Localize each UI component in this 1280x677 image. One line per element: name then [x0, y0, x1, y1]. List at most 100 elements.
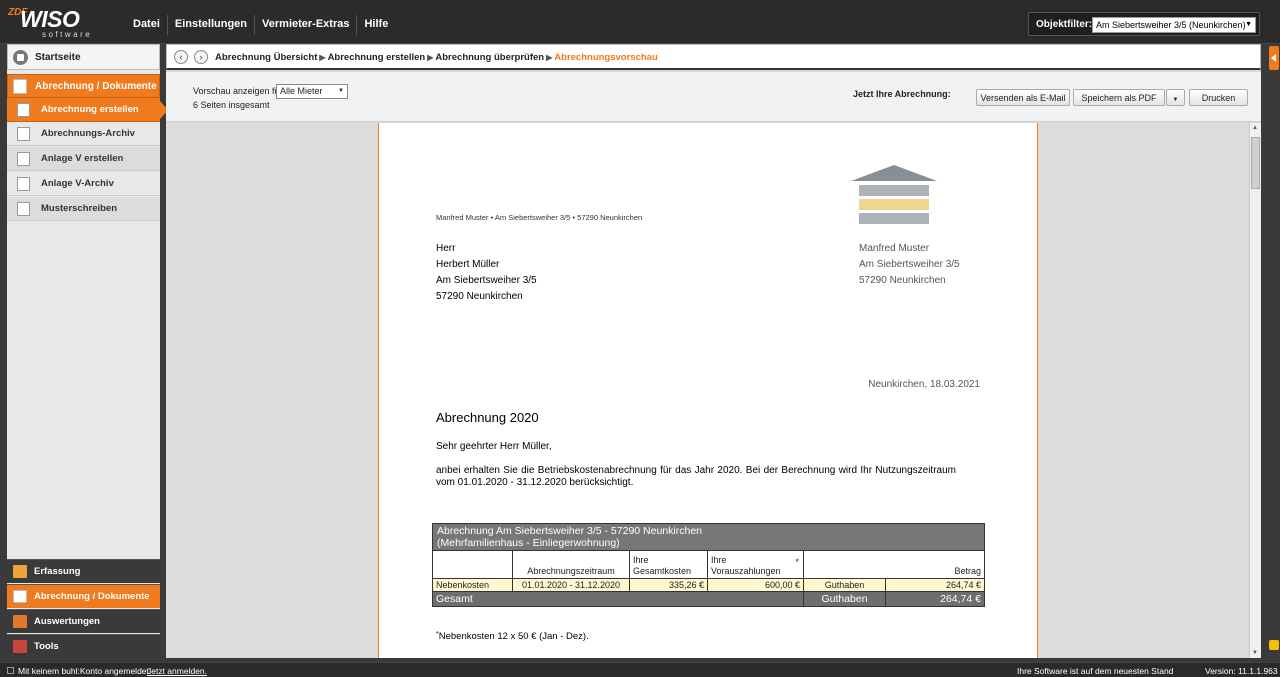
- preview-for-select[interactable]: Alle Mieter ▼: [276, 84, 348, 99]
- objektfilter-label: Objektfilter:: [1036, 19, 1093, 30]
- login-status: Mit keinem buhl:Konto angemeldet.: [18, 666, 152, 676]
- breadcrumb-abrechnung-erstellen[interactable]: Abrechnung erstellen: [328, 52, 426, 63]
- total-label: Gesamt: [432, 591, 804, 607]
- table-header-gesamtkosten: Ihre Gesamtkosten: [629, 550, 708, 579]
- table-title-line: (Mehrfamilienhaus - Einliegerwohnung): [437, 537, 620, 549]
- sidebar-bottom-label: Abrechnung / Dokumente: [34, 591, 150, 602]
- archive-icon: [17, 127, 30, 141]
- letter-subject: Abrechnung 2020: [436, 410, 539, 425]
- status-square-icon: [7, 667, 14, 674]
- print-button[interactable]: Drucken: [1189, 89, 1248, 106]
- collapse-panel-icon[interactable]: [1269, 46, 1279, 70]
- breadcrumb-separator-icon: ▶: [319, 53, 326, 62]
- abrechnung-table: Abrechnung Am Siebertsweiher 3/5 - 57290…: [432, 523, 985, 607]
- version-label: Version: 11.1.1.963: [1205, 666, 1278, 676]
- sidebar-item-abrechnung-erstellen[interactable]: Abrechnung erstellen: [7, 98, 168, 122]
- sidebar-section-header[interactable]: Abrechnung / Dokumente: [7, 74, 160, 98]
- sidebar-item-anlage-v-erstellen[interactable]: Anlage V erstellen: [7, 147, 160, 171]
- main-menu: Datei Einstellungen Vermieter-Extras Hil…: [126, 15, 395, 35]
- table-header-zeitraum: Abrechnungszeitraum: [512, 550, 630, 579]
- table-header-line: Ihre: [633, 555, 649, 565]
- wiso-logo: ZDF WISO software: [6, 5, 96, 39]
- sidebar-item-label: Abrechnung erstellen: [41, 104, 139, 115]
- save-pdf-dropdown[interactable]: ▼: [1166, 89, 1185, 106]
- row-betrag: 264,74 €: [885, 578, 985, 592]
- objektfilter-select[interactable]: Am Siebertsweiher 3/5 (Neunkirchen) ▼: [1092, 17, 1256, 33]
- menu-hilfe[interactable]: Hilfe: [356, 15, 395, 35]
- status-bar: Mit keinem buhl:Konto angemeldet. Jetzt …: [0, 662, 1280, 677]
- table-row: Nebenkosten 01.01.2020 - 31.12.2020 335,…: [432, 578, 985, 592]
- row-label: Nebenkosten: [432, 578, 513, 592]
- menu-einstellungen[interactable]: Einstellungen: [166, 15, 254, 35]
- letter-greeting: Sehr geehrter Herr Müller,: [436, 441, 552, 452]
- sidebar-bottom-label: Erfassung: [34, 566, 81, 577]
- letter-body: anbei erhalten Sie die Betriebskostenabr…: [436, 465, 956, 488]
- recipient-line: Herbert Müller: [436, 259, 500, 270]
- landlord-line: 57290 Neunkirchen: [859, 275, 946, 286]
- table-header-betrag: Betrag: [803, 550, 985, 579]
- row-vorauszahlungen: 600,00 €: [707, 578, 804, 592]
- logo-subtitle: software: [42, 30, 93, 39]
- scroll-down-icon[interactable]: ▼: [1252, 650, 1258, 656]
- table-header-line: Gesamtkosten: [633, 566, 692, 576]
- document-icon: [13, 79, 27, 94]
- scroll-thumb[interactable]: [1251, 137, 1260, 189]
- recipient-line: 57290 Neunkirchen: [436, 291, 523, 302]
- chevron-down-icon: ▼: [338, 88, 344, 94]
- letter-page: Manfred Muster • Am Siebertsweiher 3/5 •…: [378, 123, 1038, 658]
- sidebar-erfassung[interactable]: Erfassung: [7, 559, 160, 583]
- vertical-scrollbar[interactable]: ▲ ▼: [1249, 123, 1261, 658]
- sidebar-item-musterschreiben[interactable]: Musterschreiben: [7, 197, 160, 221]
- footnote: *Nebenkosten 12 x 50 € (Jan - Dez).: [436, 631, 589, 642]
- row-type: Guthaben: [803, 578, 886, 592]
- document-preview: Manfred Muster • Am Siebertsweiher 3/5 •…: [166, 123, 1248, 658]
- breadcrumb-abrechnung-ueberpruefen[interactable]: Abrechnung überprüfen: [435, 52, 544, 63]
- recipient-line: Herr: [436, 243, 456, 254]
- sidebar-item-abrechnungs-archiv[interactable]: Abrechnungs-Archiv: [7, 122, 160, 146]
- now-label: Jetzt Ihre Abrechnung:: [853, 89, 951, 99]
- table-header-vorauszahlungen: Ihre Vorauszahlungen *: [707, 550, 804, 579]
- breadcrumb: Abrechnung Übersicht ▶ Abrechnung erstelle…: [215, 52, 658, 63]
- table-header-line: Ihre: [711, 555, 727, 565]
- breadcrumb-abrechnungsvorschau: Abrechnungsvorschau: [554, 52, 658, 63]
- tools-icon: [13, 640, 27, 653]
- top-bar: ZDF WISO software Datei Einstellungen Ve…: [0, 0, 1280, 44]
- login-link[interactable]: Jetzt anmelden.: [147, 666, 207, 676]
- total-type: Guthaben: [803, 591, 886, 607]
- form-archive-icon: [17, 177, 30, 191]
- preview-for-label: Vorschau anzeigen für:: [193, 86, 286, 96]
- sidebar-auswertungen[interactable]: Auswertungen: [7, 609, 160, 633]
- back-icon[interactable]: ‹: [174, 50, 188, 64]
- row-gesamtkosten: 335,26 €: [629, 578, 708, 592]
- table-title: Abrechnung Am Siebertsweiher 3/5 - 57290…: [432, 523, 985, 551]
- menu-datei[interactable]: Datei: [126, 15, 167, 35]
- send-email-button[interactable]: Versenden als E-Mail: [976, 89, 1070, 106]
- table-total-row: Gesamt Guthaben 264,74 €: [432, 591, 985, 607]
- footnote-marker: *: [795, 557, 799, 567]
- sidebar-item-anlage-v-archiv[interactable]: Anlage V-Archiv: [7, 172, 160, 196]
- page-count: 6 Seiten insgesamt: [193, 100, 270, 110]
- save-pdf-button[interactable]: Speichern als PDF: [1073, 89, 1165, 106]
- form-icon: [17, 152, 30, 166]
- row-zeitraum: 01.01.2020 - 31.12.2020: [512, 578, 630, 592]
- chat-icon[interactable]: [1269, 640, 1279, 650]
- sidebar-section-label: Abrechnung / Dokumente: [35, 81, 157, 92]
- menu-vermieter-extras[interactable]: Vermieter-Extras: [254, 15, 356, 35]
- objektfilter: Objektfilter: Am Siebertsweiher 3/5 (Neu…: [1028, 12, 1260, 36]
- sidebar-tools[interactable]: Tools: [7, 634, 160, 658]
- forward-icon[interactable]: ›: [194, 50, 208, 64]
- scroll-up-icon[interactable]: ▲: [1252, 125, 1258, 131]
- sidebar-abrechnung-dokumente[interactable]: Abrechnung / Dokumente: [7, 584, 160, 608]
- chart-icon: [13, 615, 27, 628]
- table-title-line: Abrechnung Am Siebertsweiher 3/5 - 57290…: [437, 525, 702, 537]
- total-betrag: 264,74 €: [885, 591, 985, 607]
- breadcrumb-abrechnung-uebersicht[interactable]: Abrechnung Übersicht: [215, 52, 317, 63]
- update-status: Ihre Software ist auf dem neuesten Stand: [1017, 666, 1174, 676]
- sidebar-startseite-label: Startseite: [35, 52, 81, 63]
- house-logo-icon: [851, 165, 937, 224]
- sidebar: Startseite Abrechnung / Dokumente Abrech…: [7, 44, 168, 658]
- recipient-line: Am Siebertsweiher 3/5: [436, 275, 537, 286]
- letter-date: Neunkirchen, 18.03.2021: [868, 379, 980, 390]
- sidebar-startseite[interactable]: Startseite: [7, 44, 160, 70]
- preview-for-value: Alle Mieter: [280, 86, 323, 96]
